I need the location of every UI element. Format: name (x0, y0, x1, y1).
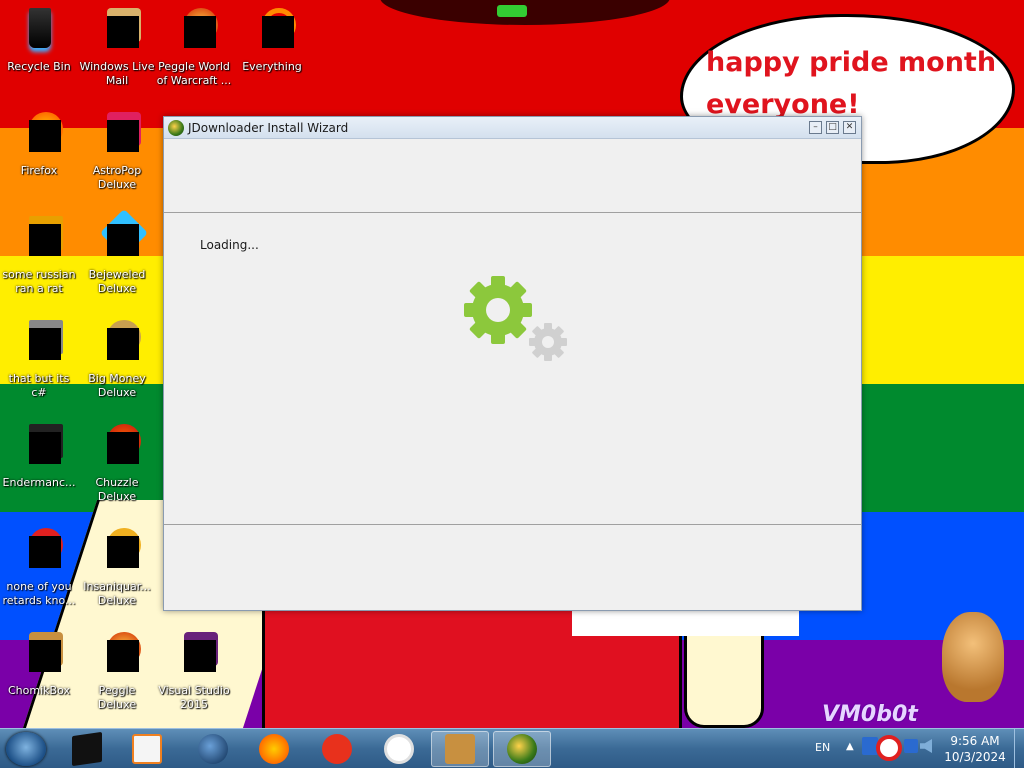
mail-icon (93, 8, 141, 56)
jdownloader-icon (168, 120, 184, 136)
yandex-browser-icon (384, 734, 414, 764)
tray-no-entry-icon[interactable] (876, 735, 902, 761)
desktop-icon-visual-studio[interactable]: Visual Studio 2015 (156, 632, 232, 712)
clock-date: 10/3/2024 (944, 750, 1006, 764)
clock-time: 9:56 AM (950, 734, 1000, 748)
app-icon (15, 216, 63, 264)
desktop-icon-label: Big Money Deluxe (88, 372, 146, 399)
taskbar-app-jdownloader[interactable] (493, 731, 551, 767)
desktop-icon-label: Peggle World of Warcraft ... (156, 60, 232, 87)
taskbar-app-media-player[interactable] (118, 731, 176, 767)
desktop-icon-everything[interactable]: Everything (234, 8, 310, 74)
desktop-icon-none-of-you[interactable]: none of you retards kno... (1, 528, 77, 608)
desktop-icon-label: some russian ran a rat (2, 268, 76, 295)
firefox-icon (15, 112, 63, 160)
app-icon (15, 528, 63, 576)
peggle-icon (170, 8, 218, 56)
maximize-button[interactable]: □ (826, 121, 839, 134)
recycle-bin-icon (15, 8, 63, 56)
desktop-icon-recycle-bin[interactable]: Recycle Bin (1, 8, 77, 74)
watermark: VM0b0t (822, 702, 918, 727)
app-icon (15, 320, 63, 368)
taskbar: EN ▲ 9:56 AM 10/3/2024 (0, 728, 1024, 768)
window-title: JDownloader Install Wizard (188, 121, 349, 135)
desktop-icon-label: AstroPop Deluxe (92, 164, 142, 191)
taskbar-app-yandex-browser[interactable] (370, 731, 428, 767)
desktop-icon-label: that but its c# (8, 372, 70, 399)
taskbar-app-globe[interactable] (184, 731, 242, 767)
peggle-icon (93, 632, 141, 680)
show-desktop-button[interactable] (1014, 729, 1024, 768)
firefox-icon (259, 734, 289, 764)
media-player-icon (132, 734, 162, 764)
language-indicator[interactable]: EN (815, 741, 830, 754)
wizard-body: Loading... (164, 214, 861, 524)
game-icon (93, 424, 141, 472)
desktop-icon-label: Endermanc... (2, 476, 76, 489)
desktop-icon-label: ChomikBox (8, 684, 70, 697)
desktop-icon-label: Windows Live Mail (79, 60, 155, 87)
desktop-icon-label: Insaniquar... Deluxe (83, 580, 151, 607)
desktop-icon-bejeweled[interactable]: Bejeweled Deluxe (79, 208, 155, 296)
desktop-icon-label: none of you retards kno... (2, 580, 76, 607)
game-icon (93, 112, 141, 160)
desktop-icon-label: Bejeweled Deluxe (88, 268, 146, 295)
desktop-icon-endermanch[interactable]: Endermanc... (1, 424, 77, 490)
taskbar-clock[interactable]: 9:56 AM 10/3/2024 (940, 733, 1010, 765)
loading-text: Loading... (200, 238, 259, 252)
money-icon (93, 320, 141, 368)
small-gear-icon (529, 323, 567, 361)
large-gear-icon (464, 276, 532, 344)
desktop-icon-csharp[interactable]: that but its c# (1, 320, 77, 400)
desktop-icon-label: Firefox (20, 164, 58, 177)
desktop-icon-windows-live-mail[interactable]: Windows Live Mail (79, 8, 155, 88)
close-button[interactable]: ✕ (843, 121, 856, 134)
top-green-light (497, 5, 527, 17)
app-icon (15, 424, 63, 472)
desktop-icon-firefox[interactable]: Firefox (1, 112, 77, 178)
search-icon (248, 8, 296, 56)
hamster-icon (15, 632, 63, 680)
visual-studio-icon (170, 632, 218, 680)
taskbar-app-chomikbox[interactable] (431, 731, 489, 767)
start-button[interactable] (6, 732, 46, 766)
explorer-icon (72, 731, 102, 767)
desktop-icon-astropop[interactable]: AstroPop Deluxe (79, 112, 155, 192)
desktop-icon-chuzzle[interactable]: Chuzzle Deluxe (79, 424, 155, 504)
taskbar-app-firefox[interactable] (245, 731, 303, 767)
minimize-button[interactable]: – (809, 121, 822, 134)
network-icon[interactable] (904, 739, 918, 753)
desktop-icon-label: Chuzzle Deluxe (95, 476, 139, 503)
desktop-icon-big-money[interactable]: Big Money Deluxe (79, 320, 155, 400)
desktop-icon-insaniquarium[interactable]: Insaniquar... Deluxe (79, 528, 155, 608)
chomikbox-icon (445, 734, 475, 764)
jdownloader-icon (507, 734, 537, 764)
globe-icon (198, 734, 228, 764)
fish-icon (93, 528, 141, 576)
loading-gears-icon (464, 276, 567, 361)
taskbar-app-explorer[interactable] (58, 731, 116, 767)
volume-icon[interactable] (920, 739, 932, 753)
hamster-image (942, 612, 1004, 702)
gem-icon (93, 208, 149, 264)
desktop-icon-peggle-deluxe[interactable]: Peggle Deluxe (79, 632, 155, 712)
taskbar-app-yandex[interactable] (308, 731, 366, 767)
desktop-icon-label: Recycle Bin (7, 60, 71, 73)
desktop-icon-peggle-wow[interactable]: Peggle World of Warcraft ... (156, 8, 232, 88)
jdownloader-install-window: JDownloader Install Wizard – □ ✕ Loading… (163, 116, 862, 611)
wizard-header (164, 140, 861, 213)
desktop-icon-label: Visual Studio 2015 (158, 684, 230, 711)
tray-expand-icon[interactable]: ▲ (846, 741, 854, 752)
desktop-icon-russian-rat[interactable]: some russian ran a rat (1, 216, 77, 296)
speech-bubble-text: happy pride month everyone! (706, 47, 997, 120)
desktop-icon-chomikbox[interactable]: ChomikBox (1, 632, 77, 698)
desktop-icon-label: Peggle Deluxe (97, 684, 137, 711)
window-titlebar[interactable]: JDownloader Install Wizard – □ ✕ (164, 117, 861, 139)
desktop-icon-label: Everything (242, 60, 302, 73)
wizard-footer (164, 524, 861, 610)
yandex-icon (322, 734, 352, 764)
